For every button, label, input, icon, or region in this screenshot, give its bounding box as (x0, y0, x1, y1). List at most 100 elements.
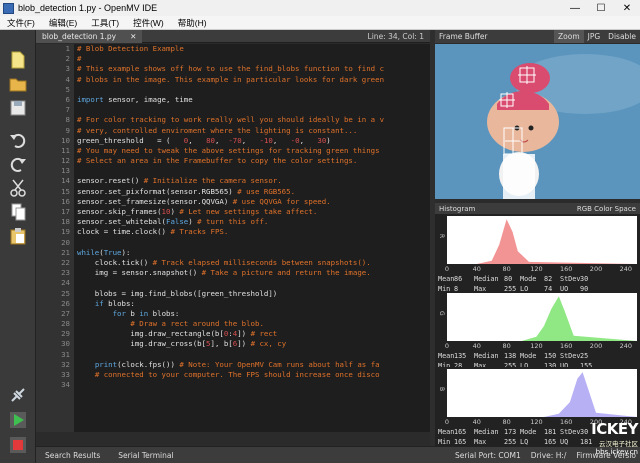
stop-icon[interactable] (8, 435, 28, 455)
open-folder-icon[interactable] (8, 74, 28, 94)
line-number: 20 (61, 237, 70, 247)
undo-icon[interactable] (8, 130, 28, 150)
histogram-g: G 0 40 80 120 160 200 240 Mean 135 Median 138 Mode… (435, 291, 640, 371)
code-line[interactable]: green_threshold = ( 0, 80, -70, -10, -0,… (74, 136, 430, 146)
code-line[interactable]: sensor.set_framesize(sensor.QQVGA) # use… (74, 197, 430, 207)
serial-terminal-tab[interactable]: Serial Terminal (109, 451, 182, 460)
connect-icon[interactable] (8, 385, 28, 405)
code-line[interactable]: # For color tracking to work really well… (74, 115, 430, 125)
code-line[interactable] (74, 278, 430, 288)
code-line[interactable]: sensor.skip_frames(10) # Let new setting… (74, 207, 430, 217)
code-token: sensor.set_pixformat(sensor.RGB565) (77, 186, 238, 196)
maximize-button[interactable]: ☐ (588, 0, 614, 16)
line-number: 11 (61, 145, 70, 155)
redo-icon[interactable] (8, 154, 28, 174)
stat-value: 150 (544, 352, 557, 360)
menu-tools[interactable]: 工具(T) (84, 17, 126, 29)
stat-value: 80 (504, 275, 513, 283)
code-line[interactable]: # Select an area in the Framebuffer to c… (74, 156, 430, 166)
code-line[interactable]: img.draw_cross(b[5], b[6]) # cx, cy (74, 339, 430, 349)
code-line[interactable]: sensor.set_whitebal(False) # turn this o… (74, 217, 430, 227)
code-line[interactable] (74, 105, 430, 115)
code-line[interactable]: # Draw a rect around the blob. (74, 319, 430, 329)
code-token: (clock.fps()) (117, 359, 180, 369)
code-line[interactable] (74, 238, 430, 248)
close-button[interactable]: ✕ (614, 0, 640, 16)
code-line[interactable]: for b in blobs: (74, 309, 430, 319)
code-line[interactable]: # very, controlled enviroment where the … (74, 126, 430, 136)
line-number: 3 (65, 64, 70, 74)
code-line[interactable] (74, 380, 430, 390)
menu-bar: 文件(F) 编辑(E) 工具(T) 控件(W) 帮助(H) (0, 16, 640, 30)
code-line[interactable]: clock.tick() # Track elapsed millisecond… (74, 258, 430, 268)
code-line[interactable] (74, 85, 430, 95)
stat-value: 25 (580, 352, 589, 360)
editor-tab[interactable]: blob_detection 1.py ✕ (36, 29, 143, 43)
serial-port-status[interactable]: Serial Port: COM1 (455, 451, 521, 460)
watermark-url: bbs.ickey.cn (595, 448, 638, 456)
save-icon[interactable] (8, 98, 28, 118)
menu-widgets[interactable]: 控件(W) (126, 17, 171, 29)
code-line[interactable]: sensor.reset() # Initialize the camera s… (74, 176, 430, 186)
code-line[interactable]: # You may need to tweak the above settin… (74, 146, 430, 156)
search-results-tab[interactable]: Search Results (36, 451, 109, 460)
minimize-button[interactable]: — (562, 0, 588, 16)
zoom-toggle[interactable]: Zoom (554, 30, 584, 43)
disable-toggle[interactable]: Disable (604, 30, 640, 43)
line-number: 17 (61, 207, 70, 216)
copy-icon[interactable] (8, 202, 28, 222)
code-line[interactable]: # (74, 54, 430, 64)
code-line[interactable]: if blobs: (74, 299, 430, 309)
line-number: 5 (65, 84, 70, 94)
paste-icon[interactable] (8, 226, 28, 246)
channel-label: B (438, 387, 445, 392)
start-icon[interactable] (8, 410, 28, 430)
code-line[interactable]: # This example shows off how to use the … (74, 64, 430, 74)
line-number: 26 (61, 298, 70, 308)
stat-label: Median (474, 428, 499, 436)
axis-tick-label: 120 (530, 265, 543, 273)
channel-label: G (438, 311, 445, 316)
axis-tick-label: 0 (444, 418, 450, 426)
menu-help[interactable]: 帮助(H) (171, 17, 214, 29)
line-number-gutter: 1 2 3 4 5 6 7 8 9 10 11 12 13 14 15 16 17 18 19 20 21 22 23 24 2… (36, 44, 74, 432)
menu-edit[interactable]: 编辑(E) (42, 17, 84, 29)
code-token: sensor.reset() (77, 176, 144, 186)
axis-tick-label: 40 (472, 265, 481, 273)
line-number: 23 (61, 268, 70, 278)
new-file-icon[interactable] (8, 50, 28, 70)
axis-tick-label: 40 (472, 342, 481, 350)
code-line[interactable]: while(True): (74, 248, 430, 258)
close-tab-icon[interactable]: ✕ (130, 32, 136, 41)
code-token: # Initialize the camera sensor. (143, 176, 282, 186)
code-editor[interactable]: # Blob Detection Example # # This example … (74, 44, 430, 432)
code-line[interactable]: img = sensor.snapshot() # Take a picture… (74, 268, 430, 278)
status-bar: Search Results Serial Terminal Serial Po… (36, 446, 640, 463)
menu-file[interactable]: 文件(F) (0, 17, 42, 29)
drive-status[interactable]: Drive: H:/ (531, 451, 567, 460)
line-number: 32 (61, 359, 70, 369)
code-token: # turn this off. (197, 217, 269, 227)
code-line[interactable]: clock = time.clock() # Tracks FPS. (74, 227, 430, 237)
histogram-area (447, 296, 637, 341)
code-line[interactable]: # connected to your computer. The FPS sh… (74, 370, 430, 380)
code-line[interactable] (74, 350, 430, 360)
code-line[interactable] (74, 166, 430, 176)
cut-icon[interactable] (8, 178, 28, 198)
stat-label: StDev (560, 428, 581, 436)
color-space-select[interactable]: RGB Color Space (577, 205, 636, 213)
code-line[interactable]: sensor.set_pixformat(sensor.RGB565) # us… (74, 187, 430, 197)
jpg-toggle[interactable]: JPG (584, 30, 605, 43)
histogram-header: Histogram RGB Color Space (435, 203, 640, 214)
code-line[interactable]: img.draw_rectangle(b[0:4]) # rect (74, 329, 430, 339)
frame-buffer-image[interactable] (435, 44, 640, 199)
stats-row: Mean 135 Median 138 Mode 150 StDev 25 (438, 351, 638, 361)
code-line[interactable]: blobs = img.find_blobs([green_threshold]… (74, 289, 430, 299)
code-token: green_threshold = ( (77, 135, 184, 145)
code-line[interactable]: import sensor, image, time (74, 95, 430, 105)
code-token: print (94, 359, 118, 369)
code-line[interactable]: # blobs in the image. This example in pa… (74, 75, 430, 85)
code-line[interactable]: # Blob Detection Example (74, 44, 430, 54)
code-line[interactable]: print(clock.fps()) # Note: Your OpenMV C… (74, 360, 430, 370)
